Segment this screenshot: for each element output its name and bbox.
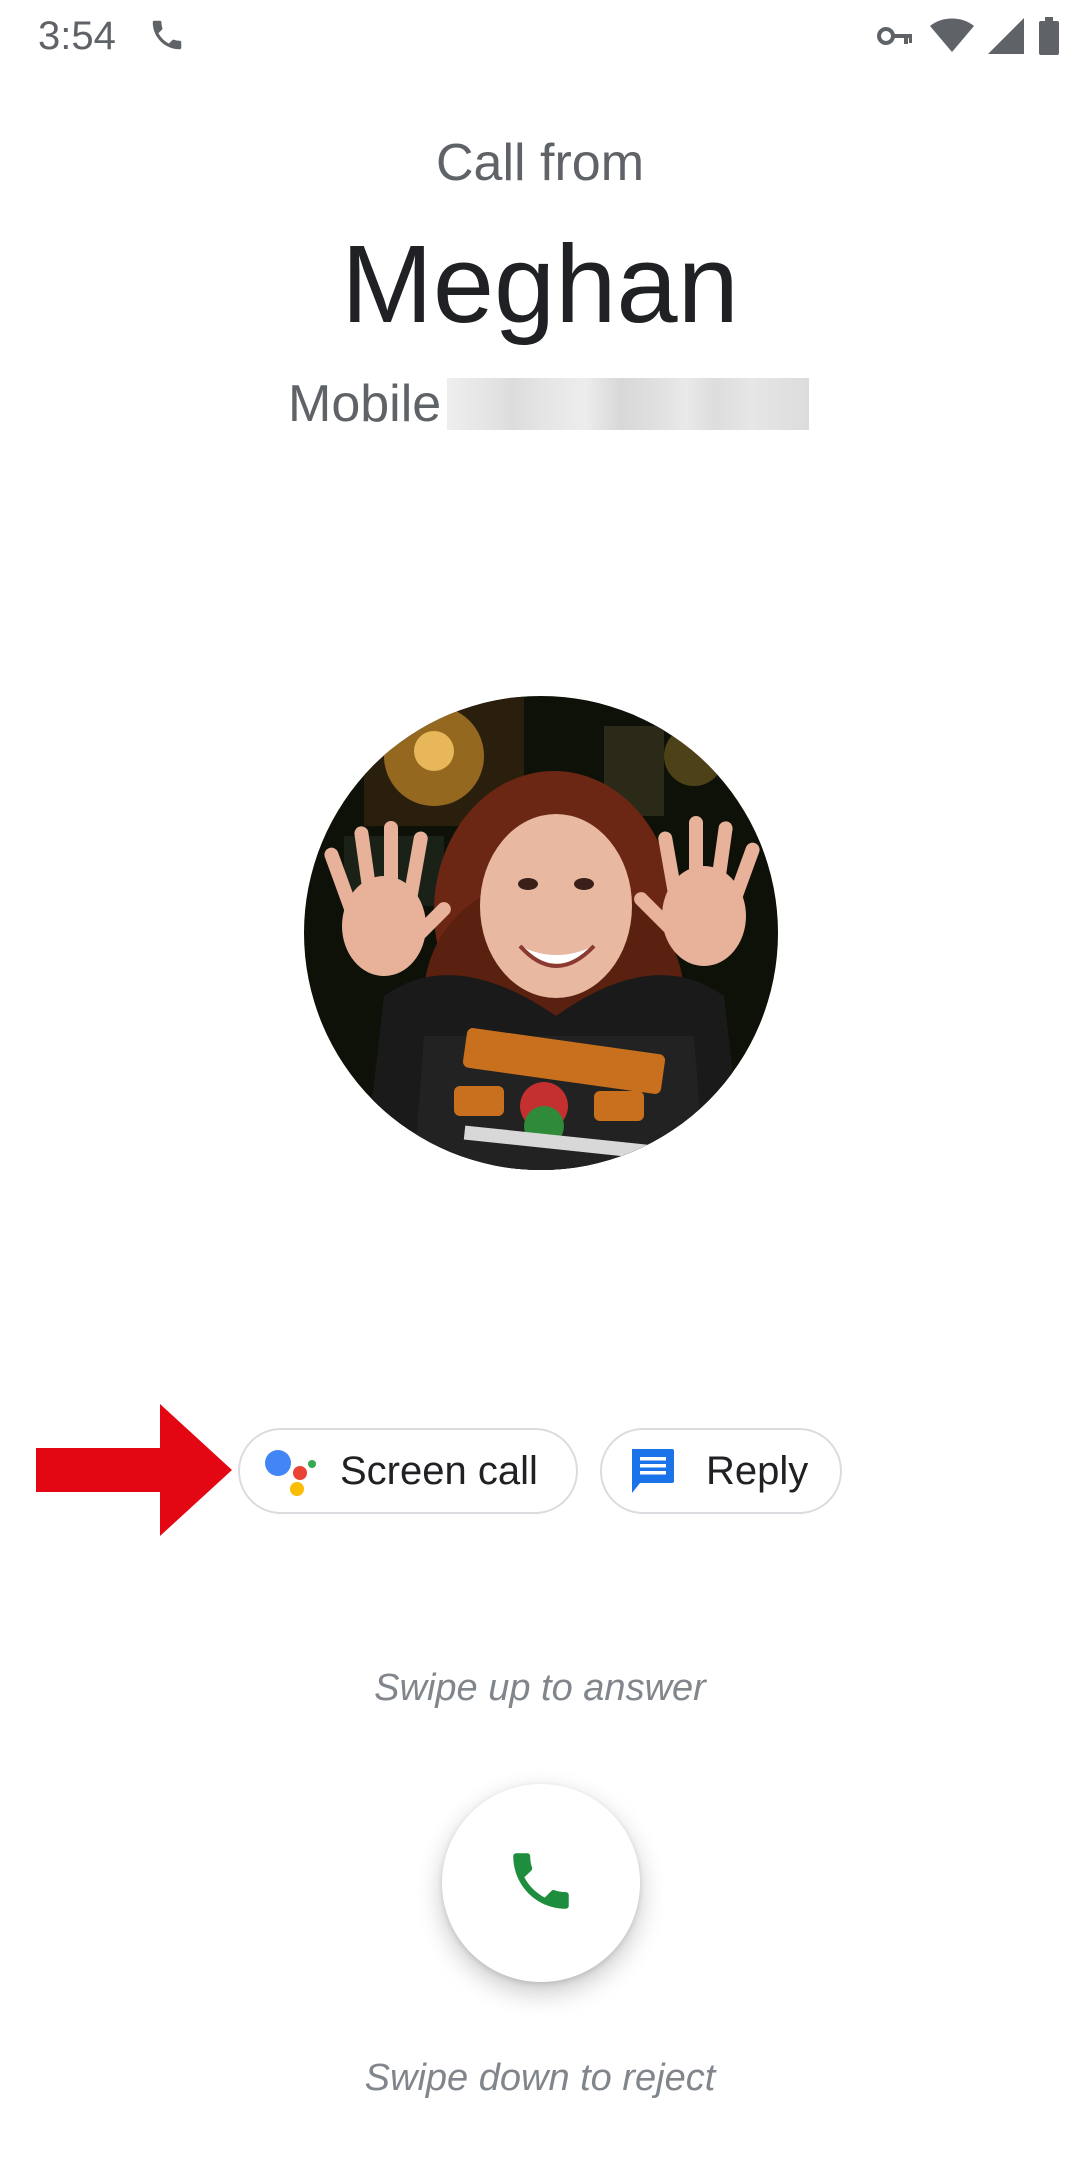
caller-number-line: Mobile <box>288 375 810 433</box>
phone-icon <box>148 16 186 54</box>
number-type-label: Mobile <box>288 375 442 433</box>
swipe-down-hint: Swipe down to reject <box>364 2057 716 2099</box>
status-bar: 3:54 <box>0 0 1080 72</box>
wifi-icon <box>930 18 974 54</box>
red-arrow-annotation <box>36 1404 232 1541</box>
vpn-key-icon <box>876 20 916 52</box>
call-from-heading: Call from <box>435 134 645 192</box>
status-icons <box>876 14 1060 58</box>
contact-avatar <box>304 696 778 1170</box>
reply-label: Reply <box>706 1449 809 1493</box>
screen-call-label: Screen call <box>340 1449 538 1493</box>
status-time: 3:54 <box>38 14 116 58</box>
swipe-up-hint: Swipe up to answer <box>374 1667 706 1709</box>
answer-call-button[interactable] <box>442 1784 640 1982</box>
battery-icon <box>1038 17 1060 55</box>
google-assistant-icon <box>264 1445 316 1497</box>
phone-answer-icon <box>504 1844 578 1923</box>
cell-signal-icon <box>988 18 1024 54</box>
screen-call-button[interactable]: Screen call <box>238 1428 578 1514</box>
caller-name: Meghan <box>341 223 739 346</box>
redacted-phone-number <box>447 378 810 430</box>
reply-button[interactable]: Reply <box>600 1428 842 1514</box>
message-icon <box>628 1447 676 1495</box>
